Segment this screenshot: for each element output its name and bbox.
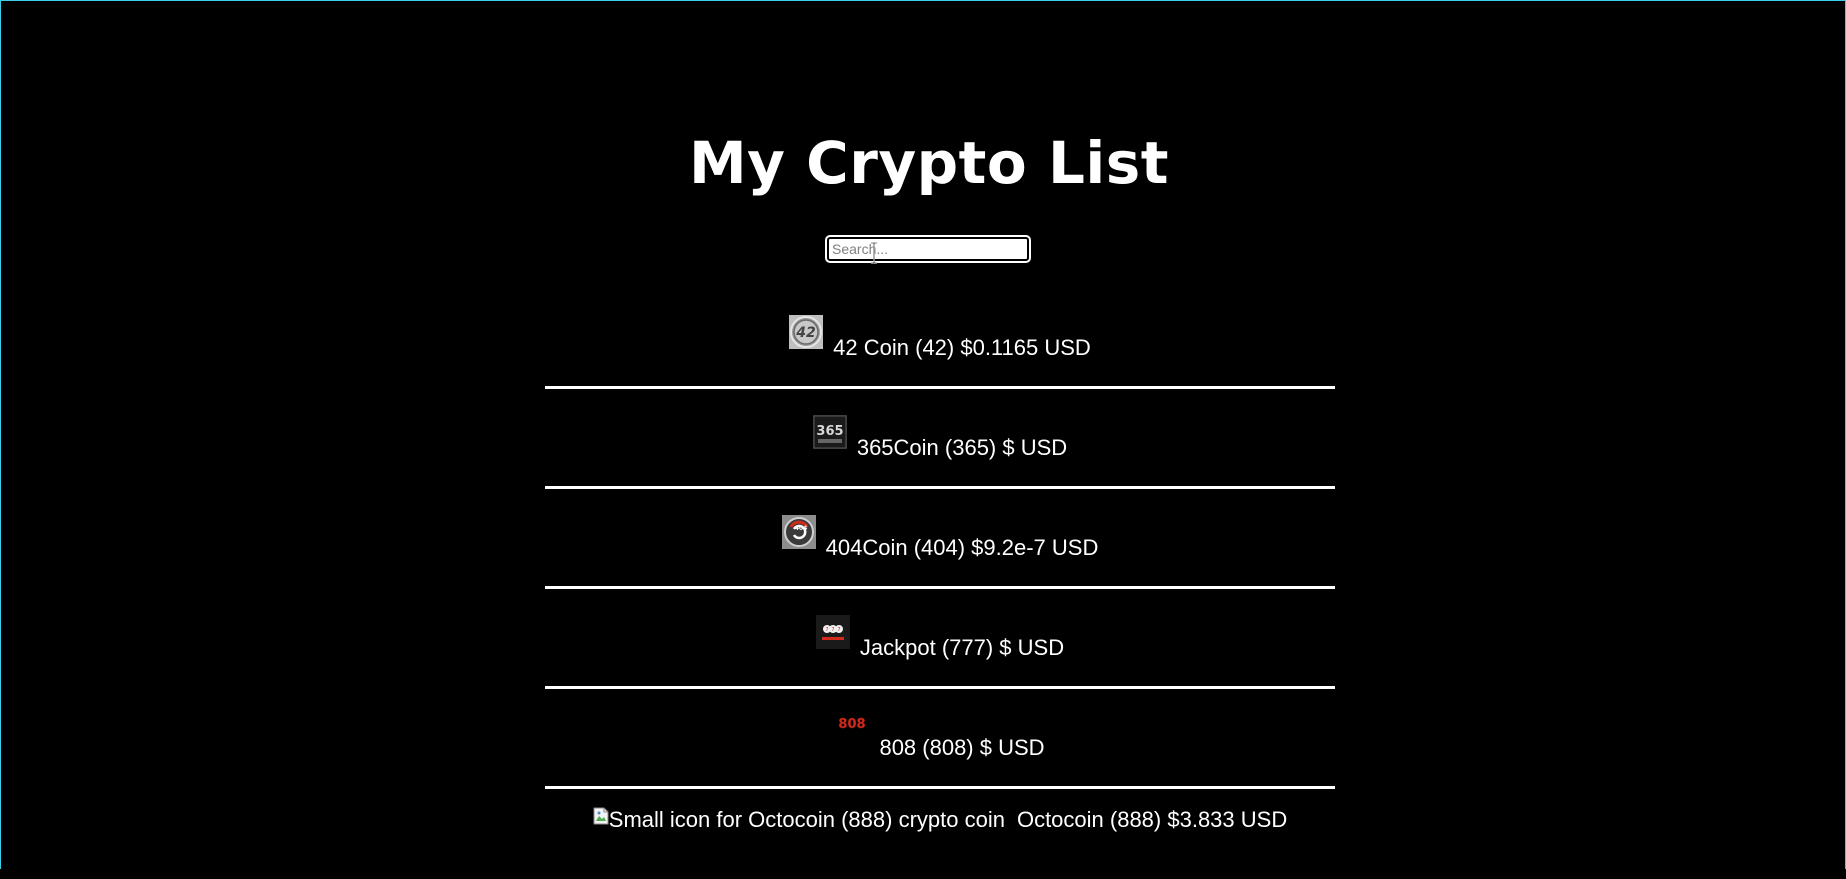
- 365coin-logo-icon: 365: [812, 414, 847, 449]
- search-input[interactable]: [825, 235, 1031, 263]
- svg-text:7: 7: [825, 627, 828, 633]
- broken-image-alt-text: Small icon for Octocoin (888) crypto coi…: [608, 807, 1005, 832]
- coin-text: Octocoin (888) $3.833 USD: [1016, 807, 1288, 832]
- 808-logo-icon: 808: [835, 714, 870, 749]
- svg-text:365: 365: [816, 424, 843, 439]
- page-title: My Crypto List: [688, 129, 1170, 197]
- 404coin-logo-icon: 404: [781, 514, 816, 549]
- svg-text:808: 808: [839, 717, 866, 732]
- broken-image-icon: [593, 805, 609, 825]
- text-cursor-icon: [871, 242, 877, 264]
- coin-text: 42 Coin (42) $0.1165 USD: [833, 334, 1091, 360]
- coin-text: 365Coin (365) $ USD: [856, 434, 1068, 460]
- svg-text:7: 7: [837, 627, 840, 633]
- list-item[interactable]: 808 808 (808) $ USD: [545, 689, 1335, 789]
- coin-list: 42 42 Coin (42) $0.1165 USD 365 365Coin …: [545, 289, 1335, 879]
- jackpot-logo-icon: 7 7 7: [815, 614, 850, 649]
- list-item[interactable]: 365 365Coin (365) $ USD: [545, 389, 1335, 489]
- 42-coin-logo-icon: 42: [789, 314, 824, 349]
- crypto-list-page: My Crypto List 42 42 Coin (42) $0.1165 U…: [1, 1, 1846, 870]
- list-item[interactable]: 7 7 7 Jackpot (777) $ USD: [545, 589, 1335, 689]
- list-item[interactable]: Small icon for Octocoin (888) crypto coi…: [545, 789, 1335, 879]
- svg-text:7: 7: [831, 627, 834, 633]
- list-item[interactable]: 42 42 Coin (42) $0.1165 USD: [545, 289, 1335, 389]
- coin-text: 404Coin (404) $9.2e-7 USD: [825, 534, 1099, 560]
- coin-text: Jackpot (777) $ USD: [859, 634, 1065, 660]
- svg-text:42: 42: [795, 325, 815, 341]
- coin-text: 808 (808) $ USD: [879, 734, 1045, 760]
- svg-text:404: 404: [794, 525, 807, 532]
- list-item[interactable]: 404 404Coin (404) $9.2e-7 USD: [545, 489, 1335, 589]
